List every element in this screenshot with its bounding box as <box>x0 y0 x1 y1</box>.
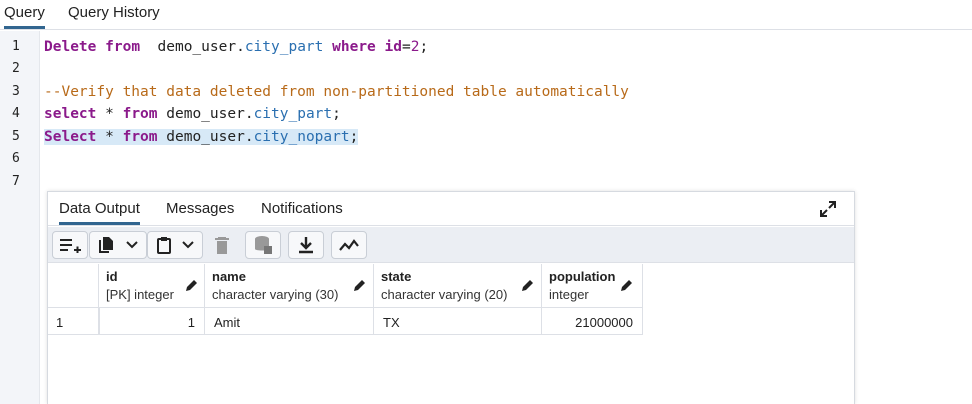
cell-value: TX <box>383 315 400 330</box>
line-number: 2 <box>12 61 20 76</box>
sql-comment: --Verify that data deleted from non-part… <box>44 84 629 100</box>
table-name: city_part <box>253 106 333 122</box>
line-number: 4 <box>12 106 20 121</box>
column-header-population[interactable]: population integer <box>542 264 643 308</box>
pencil-icon <box>353 278 367 292</box>
line-number: 6 <box>12 151 20 166</box>
row-number-header[interactable] <box>48 264 99 308</box>
code-line-4[interactable]: select * from demo_user.city_part; <box>44 104 341 125</box>
line-number: 5 <box>12 129 20 144</box>
sql-keyword: from <box>105 39 141 55</box>
expand-icon[interactable] <box>818 199 838 219</box>
tab-messages[interactable]: Messages <box>166 200 234 217</box>
chevron-down-icon <box>182 241 194 249</box>
download-icon <box>298 236 314 254</box>
star-operator: * <box>105 106 114 122</box>
pencil-icon <box>521 278 535 292</box>
operator: = <box>402 39 411 55</box>
code-line-3[interactable]: --Verify that data deleted from non-part… <box>44 82 629 103</box>
sql-keyword: Select <box>44 129 97 145</box>
results-tabs: Data Output Messages Notifications <box>48 192 854 226</box>
column-header-name[interactable]: name character varying (30) <box>205 264 374 308</box>
delete-button[interactable] <box>207 231 237 259</box>
cell-value: Amit <box>214 315 240 330</box>
sql-keyword: from <box>122 106 158 122</box>
column-type: [PK] integer <box>106 287 174 302</box>
table-name: city_nopart <box>253 129 350 145</box>
column-name: state <box>381 269 412 284</box>
schema-name: demo_user. <box>166 129 254 145</box>
column-type: character varying (30) <box>212 287 339 302</box>
tab-notifications[interactable]: Notifications <box>261 200 343 217</box>
semicolon: ; <box>349 129 359 145</box>
add-row-button[interactable] <box>52 231 88 259</box>
code-line-1[interactable]: Delete from demo_user.city_part where id… <box>44 37 428 58</box>
line-number: 3 <box>12 84 20 99</box>
table-cell-id[interactable]: 1 <box>99 308 205 335</box>
row-number-cell[interactable]: 1 <box>48 308 99 335</box>
star-operator: * <box>105 129 114 145</box>
chevron-down-icon <box>126 241 138 249</box>
pencil-icon <box>185 278 199 292</box>
tab-data-output[interactable]: Data Output <box>59 200 140 225</box>
row-number: 1 <box>56 315 64 330</box>
semicolon: ; <box>332 106 341 122</box>
column-name: id <box>384 39 402 55</box>
cell-value: 21000000 <box>575 315 633 330</box>
tab-query[interactable]: Query <box>4 4 45 29</box>
column-header-state[interactable]: state character varying (20) <box>374 264 542 308</box>
copy-icon <box>98 236 114 254</box>
cell-value: 1 <box>187 315 195 330</box>
code-line-5[interactable]: Select * from demo_user.city_nopart; <box>44 127 359 148</box>
table-cell-state[interactable]: TX <box>374 308 542 335</box>
line-number: 7 <box>12 174 20 189</box>
line-number: 1 <box>12 39 20 54</box>
pencil-icon <box>620 278 634 292</box>
paste-icon <box>156 236 172 254</box>
sql-keyword: where <box>332 39 376 55</box>
sql-keyword: Delete <box>44 39 97 55</box>
schema-name: demo_user. <box>157 39 245 55</box>
save-data-button[interactable] <box>245 231 281 259</box>
data-output-toolbar <box>48 227 854 263</box>
sql-keyword: from <box>122 129 158 145</box>
download-button[interactable] <box>288 231 324 259</box>
add-row-icon <box>59 237 81 253</box>
sql-keyword: select <box>44 106 97 122</box>
save-data-icon <box>253 235 273 255</box>
table-name: city_part <box>244 39 324 55</box>
table-cell-population[interactable]: 21000000 <box>542 308 643 335</box>
column-name: name <box>212 269 246 284</box>
selected-text: Select * from demo_user.city_nopart; <box>44 129 359 145</box>
delete-icon <box>215 236 229 254</box>
copy-button[interactable] <box>89 231 147 259</box>
tab-query-history[interactable]: Query History <box>68 4 160 21</box>
line-number-gutter: 1 2 3 4 5 6 7 <box>0 31 40 404</box>
table-cell-name[interactable]: Amit <box>205 308 374 335</box>
results-panel: Data Output Messages Notifications id [P… <box>47 191 855 404</box>
query-tool-tabs: Query Query History <box>0 0 972 30</box>
column-type: integer <box>549 287 589 302</box>
column-type: character varying (20) <box>381 287 508 302</box>
column-header-id[interactable]: id [PK] integer <box>99 264 205 308</box>
paste-button[interactable] <box>147 231 203 259</box>
column-name: population <box>549 269 616 284</box>
graph-icon <box>339 238 359 252</box>
graph-visualiser-button[interactable] <box>331 231 367 259</box>
semicolon: ; <box>419 39 429 55</box>
schema-name: demo_user. <box>166 106 254 122</box>
column-name: id <box>106 269 118 284</box>
